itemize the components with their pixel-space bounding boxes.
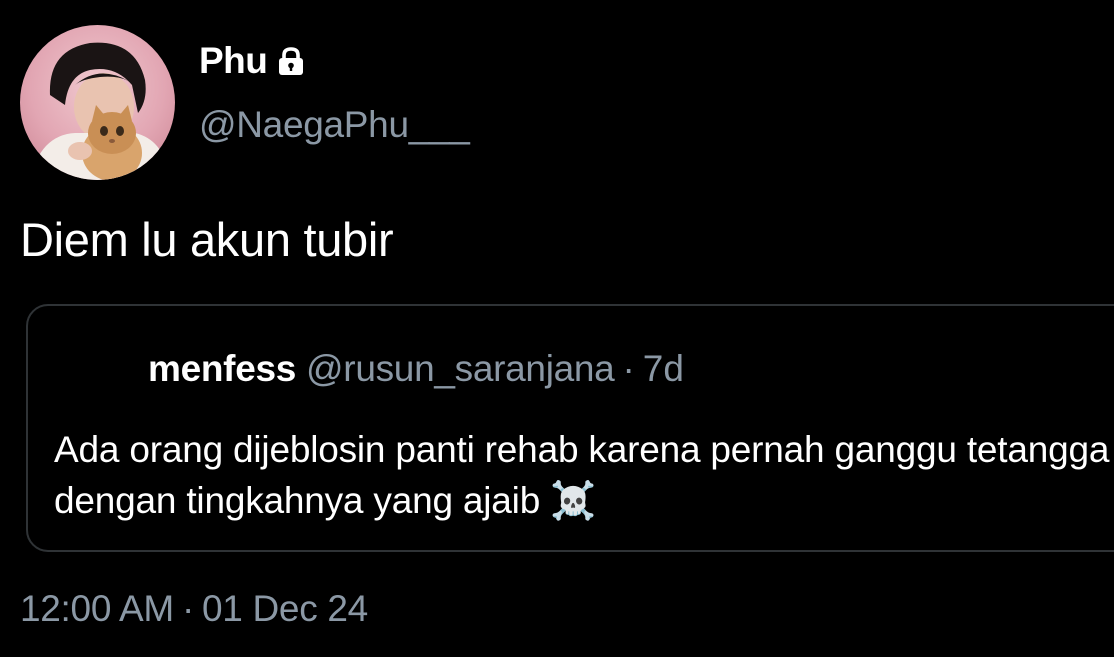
lock-icon [275,45,307,77]
author-name-row: Phu [199,38,307,84]
quoted-tweet-header: menfess @rusun_saranjana · 7d [148,348,684,390]
quoted-author-name[interactable]: menfess [148,348,296,390]
timestamp-separator: · [181,588,194,629]
avatar-image [30,42,170,180]
tweet-timestamp[interactable]: 12:00 AM · 01 Dec 24 [20,588,368,630]
author-handle[interactable]: @NaegaPhu___ [199,104,470,146]
display-name[interactable]: Phu [199,40,268,82]
quoted-tweet-text: Ada orang dijeblosin panti rehab karena … [54,429,1110,521]
tweet-time: 12:00 AM [20,588,174,629]
avatar[interactable] [20,25,175,180]
quoted-tweet-time[interactable]: 7d [643,348,684,390]
quoted-author-handle[interactable]: @rusun_saranjana [306,348,615,390]
tweet: Phu @NaegaPhu___ Diem lu akun tubir menf… [0,0,1114,657]
quoted-tweet-card[interactable]: menfess @rusun_saranjana · 7d Ada orang … [26,304,1114,552]
tweet-date: 01 Dec 24 [201,588,368,629]
tweet-text: Diem lu akun tubir [20,213,394,266]
quoted-separator: · [622,348,635,389]
